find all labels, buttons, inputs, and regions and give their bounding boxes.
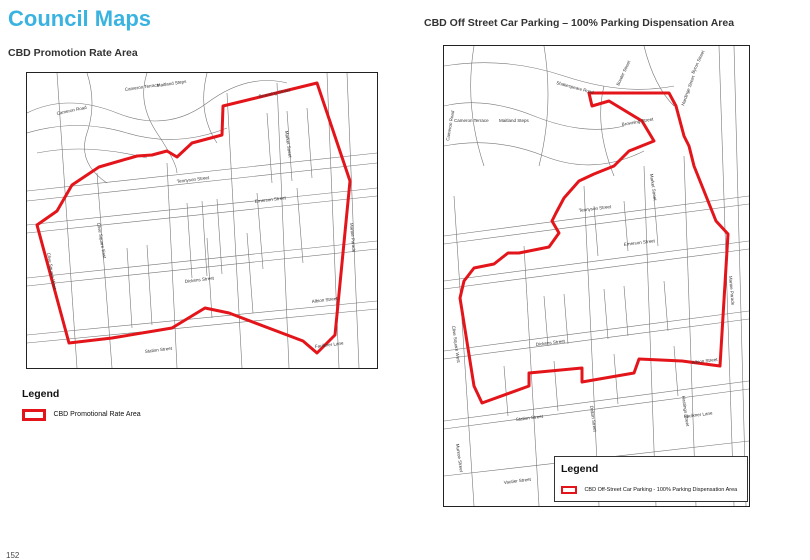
left-legend: Legend CBD Promotional Rate Area bbox=[22, 388, 141, 424]
right-label-dickens-street: Dickens Street bbox=[536, 338, 566, 347]
left-label-marine-parade: Marine Parade bbox=[349, 223, 357, 253]
right-street-network bbox=[444, 46, 749, 506]
right-map-frame: Shakespeare Road Bowler Street Byron Str… bbox=[443, 45, 750, 507]
left-label-browning-street: Browning Street bbox=[258, 87, 291, 99]
left-label-station-street: Station Street bbox=[145, 346, 173, 354]
right-label-cameron-terrace: Cameron Terrace bbox=[454, 118, 489, 123]
left-label-faulkner-lane: Faulkner Lane bbox=[315, 340, 345, 349]
left-street-network bbox=[27, 73, 377, 368]
right-label-tennyson-street: Tennyson Street bbox=[579, 204, 613, 213]
left-label-maitland-steps: Maitland Steps bbox=[156, 79, 187, 88]
right-label-market-street: Market Street bbox=[649, 173, 658, 201]
left-map-heading: CBD Promotion Rate Area bbox=[8, 47, 138, 59]
right-label-dalton-street: Dalton Street bbox=[589, 405, 598, 432]
left-map-canvas: Cameron Road Cameron Terrace Maitland St… bbox=[27, 73, 377, 368]
left-legend-swatch bbox=[22, 408, 46, 421]
right-legend-title: Legend bbox=[561, 463, 599, 475]
page-title: Council Maps bbox=[8, 6, 152, 31]
left-label-clive-square-east: Clive Square East bbox=[96, 222, 107, 259]
left-legend-title: Legend bbox=[22, 388, 60, 400]
left-label-albion-street: Albion Street bbox=[312, 296, 339, 304]
right-label-bowler-street: Bowler Street bbox=[615, 59, 631, 86]
right-map-heading: CBD Off Street Car Parking – 100% Parkin… bbox=[424, 17, 735, 29]
right-legend: Legend CBD Off-Street Car Parking - 100%… bbox=[554, 456, 748, 502]
left-map-frame: Cameron Road Cameron Terrace Maitland St… bbox=[26, 72, 378, 369]
right-label-emerson-street: Emerson Street bbox=[624, 238, 656, 247]
left-label-cameron-terrace: Cameron Terrace bbox=[124, 82, 160, 92]
left-label-dickens-street: Dickens Street bbox=[185, 275, 215, 284]
left-label-market-street: Market Street bbox=[284, 130, 293, 158]
right-label-munroe-street: Munroe Street bbox=[455, 443, 464, 473]
right-label-marine-parade: Marine Parade bbox=[728, 276, 736, 306]
left-label-clive-square-west: Clive Square West bbox=[46, 252, 58, 290]
left-cbd-promotion-boundary bbox=[35, 81, 352, 355]
right-label-shakespeare-road: Shakespeare Road bbox=[556, 80, 595, 95]
right-map-canvas: Shakespeare Road Bowler Street Byron Str… bbox=[444, 46, 749, 506]
right-legend-label: CBD Off-Street Car Parking - 100% Parkin… bbox=[584, 486, 738, 493]
right-label-station-street: Station Street bbox=[516, 414, 544, 422]
right-label-hastings-street: Hastings Street bbox=[681, 395, 690, 427]
right-legend-swatch bbox=[561, 485, 577, 494]
left-label-cameron-road: Cameron Road bbox=[56, 105, 87, 116]
page-number: 152 bbox=[6, 551, 20, 560]
right-label-cameron-road: Cameron Road bbox=[445, 110, 455, 141]
right-label-maitland-steps: Maitland Steps bbox=[499, 118, 530, 123]
right-parking-dispensation-boundary bbox=[458, 91, 730, 405]
right-label-byron-street: Byron Street bbox=[690, 49, 705, 74]
left-legend-label: CBD Promotional Rate Area bbox=[53, 411, 141, 419]
right-label-vautier-street: Vautier Street bbox=[504, 477, 532, 485]
right-label-hardinge-street: Hardinge Street bbox=[680, 74, 696, 106]
